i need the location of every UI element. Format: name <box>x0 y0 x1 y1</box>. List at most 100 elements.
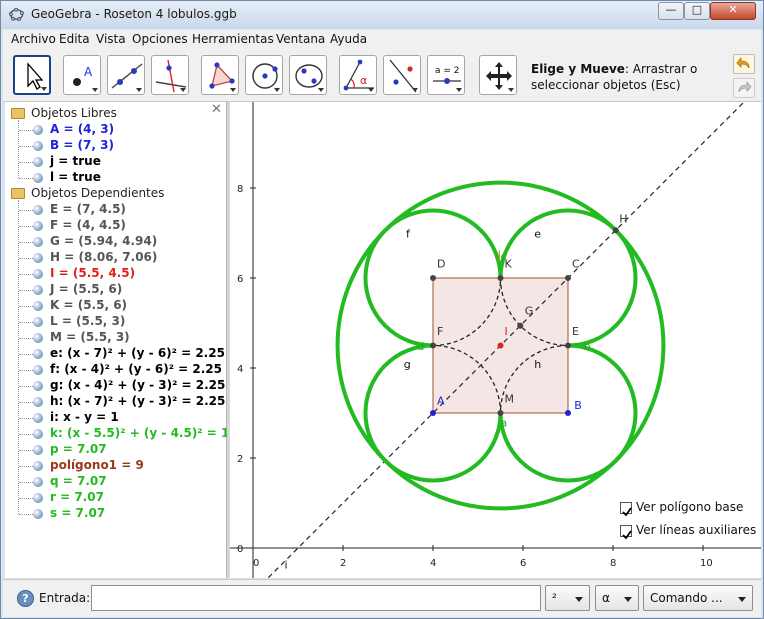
redo-button[interactable] <box>733 78 755 98</box>
algebra-row[interactable]: r = 7.07 <box>5 490 225 506</box>
label-F: F <box>437 325 443 338</box>
visibility-bullet-icon[interactable] <box>33 317 43 327</box>
visibility-bullet-icon[interactable] <box>33 493 43 503</box>
move-tool-button[interactable] <box>13 55 51 95</box>
angle-tool-button[interactable]: α <box>339 55 377 95</box>
algebra-row[interactable]: K = (5.5, 6) <box>5 298 225 314</box>
algebra-object-text: s = 7.07 <box>50 506 106 520</box>
app-window: GeoGebra - Roseton 4 lobulos.ggb — □ ✕ A… <box>0 0 764 619</box>
graphics-view[interactable]: 0 2 4 6 8 10 0 2 4 6 8 A B D C E F G H I J K Me f g h i a b c d Ver po… <box>230 102 761 578</box>
menu-edita[interactable]: Edita <box>59 32 90 46</box>
algebra-object-text: polígono1 = 9 <box>50 458 144 472</box>
menu-ventana[interactable]: Ventana <box>276 32 325 46</box>
close-button[interactable]: ✕ <box>710 2 756 20</box>
algebra-row[interactable]: f: (x - 4)² + (y - 6)² = 2.25 <box>5 362 225 378</box>
algebra-row[interactable]: F = (4, 4.5) <box>5 218 225 234</box>
visibility-bullet-icon[interactable] <box>33 285 43 295</box>
visibility-bullet-icon[interactable] <box>33 221 43 231</box>
algebra-object-text: G = (5.94, 4.94) <box>50 234 158 248</box>
minimize-button[interactable]: — <box>658 2 684 20</box>
algebra-row[interactable]: polígono1 = 9 <box>5 458 225 474</box>
visibility-bullet-icon[interactable] <box>33 205 43 215</box>
polygon-tool-button[interactable] <box>201 55 239 95</box>
visibility-bullet-icon[interactable] <box>33 301 43 311</box>
algebra-row[interactable]: i: x - y = 1 <box>5 410 225 426</box>
visibility-bullet-icon[interactable] <box>33 429 43 439</box>
command-combo[interactable]: Comando ... <box>643 585 753 611</box>
algebra-row[interactable]: B = (7, 3) <box>5 138 225 154</box>
visibility-bullet-icon[interactable] <box>33 253 43 263</box>
undo-button[interactable] <box>733 54 755 74</box>
close-panel-icon[interactable]: ✕ <box>211 102 222 117</box>
algebra-row[interactable]: h: (x - 7)² + (y - 3)² = 2.25 <box>5 394 225 410</box>
visibility-bullet-icon[interactable] <box>33 461 43 471</box>
visibility-bullet-icon[interactable] <box>33 413 43 423</box>
move-view-tool-button[interactable] <box>479 55 517 95</box>
checkbox-box[interactable] <box>620 502 632 517</box>
algebra-row[interactable]: p = 7.07 <box>5 442 225 458</box>
algebra-row[interactable]: I = (5.5, 4.5) <box>5 266 225 282</box>
dependent-objects-header[interactable]: Objetos Dependientes <box>31 186 164 200</box>
free-objects-header[interactable]: Objetos Libres <box>31 106 117 120</box>
algebra-row[interactable]: k: (x - 5.5)² + (y - 4.5)² = 13.11 <box>5 426 259 442</box>
command-input[interactable] <box>91 585 541 611</box>
circle-tool-button[interactable] <box>245 55 283 95</box>
algebra-row[interactable]: E = (7, 4.5) <box>5 202 225 218</box>
algebra-row[interactable]: s = 7.07 <box>5 506 225 522</box>
point-A <box>430 410 436 416</box>
visibility-bullet-icon[interactable] <box>33 365 43 375</box>
visibility-bullet-icon[interactable] <box>33 141 43 151</box>
slider-tool-button[interactable]: a = 2 <box>427 55 465 95</box>
visibility-bullet-icon[interactable] <box>33 237 43 247</box>
y-tick-label: 4 <box>237 364 243 375</box>
algebra-row[interactable]: l = true <box>5 170 225 186</box>
menu-opciones[interactable]: Opciones <box>132 32 188 46</box>
greek-combo[interactable]: α <box>595 585 639 611</box>
algebra-row[interactable]: G = (5.94, 4.94) <box>5 234 225 250</box>
visibility-bullet-icon[interactable] <box>33 381 43 391</box>
visibility-bullet-icon[interactable] <box>33 173 43 183</box>
algebra-row[interactable]: H = (8.06, 7.06) <box>5 250 225 266</box>
redo-icon <box>738 80 752 93</box>
point-F <box>430 342 436 349</box>
algebra-row[interactable]: M = (5.5, 3) <box>5 330 225 346</box>
point-tool-button[interactable]: A <box>63 55 101 95</box>
visibility-bullet-icon[interactable] <box>33 269 43 279</box>
visibility-bullet-icon[interactable] <box>33 509 43 519</box>
algebra-row[interactable]: q = 7.07 <box>5 474 225 490</box>
maximize-button[interactable]: □ <box>684 2 710 20</box>
x-tick-label: 2 <box>340 558 346 569</box>
line-tool-button[interactable] <box>107 55 145 95</box>
menu-archivo[interactable]: Archivo <box>11 32 56 46</box>
algebra-row[interactable]: A = (4, 3) <box>5 122 225 138</box>
algebra-row[interactable]: L = (5.5, 3) <box>5 314 225 330</box>
conic-tool-button[interactable] <box>289 55 327 95</box>
folder-icon <box>11 188 25 199</box>
checkbox-box[interactable] <box>620 525 632 540</box>
algebra-row[interactable]: e: (x - 7)² + (y - 6)² = 2.25 <box>5 346 225 362</box>
visibility-bullet-icon[interactable] <box>33 157 43 167</box>
label-H: H <box>619 212 627 225</box>
reflect-tool-button[interactable] <box>383 55 421 95</box>
y-tick-label: 8 <box>237 184 243 195</box>
menu-ayuda[interactable]: Ayuda <box>330 32 367 46</box>
algebra-row[interactable]: J = (5.5, 6) <box>5 282 225 298</box>
superscript-combo[interactable]: ² <box>545 585 590 611</box>
visibility-bullet-icon[interactable] <box>33 477 43 487</box>
label-C: C <box>572 257 580 270</box>
visibility-bullet-icon[interactable] <box>33 397 43 407</box>
visibility-bullet-icon[interactable] <box>33 125 43 135</box>
perpendicular-tool-button[interactable] <box>151 55 189 95</box>
visibility-bullet-icon[interactable] <box>33 349 43 359</box>
input-help-icon[interactable]: ? <box>17 590 34 607</box>
label-i: i <box>285 558 288 571</box>
x-tick-label: 4 <box>430 558 436 569</box>
algebra-row[interactable]: g: (x - 4)² + (y - 3)² = 2.25 <box>5 378 225 394</box>
visibility-bullet-icon[interactable] <box>33 445 43 455</box>
label-G: G <box>525 305 534 318</box>
visibility-bullet-icon[interactable] <box>33 333 43 343</box>
algebra-row[interactable]: j = true <box>5 154 225 170</box>
x-tick-label: 6 <box>520 558 526 569</box>
menu-vista[interactable]: Vista <box>96 32 126 46</box>
menu-herramientas[interactable]: Herramientas <box>192 32 274 46</box>
